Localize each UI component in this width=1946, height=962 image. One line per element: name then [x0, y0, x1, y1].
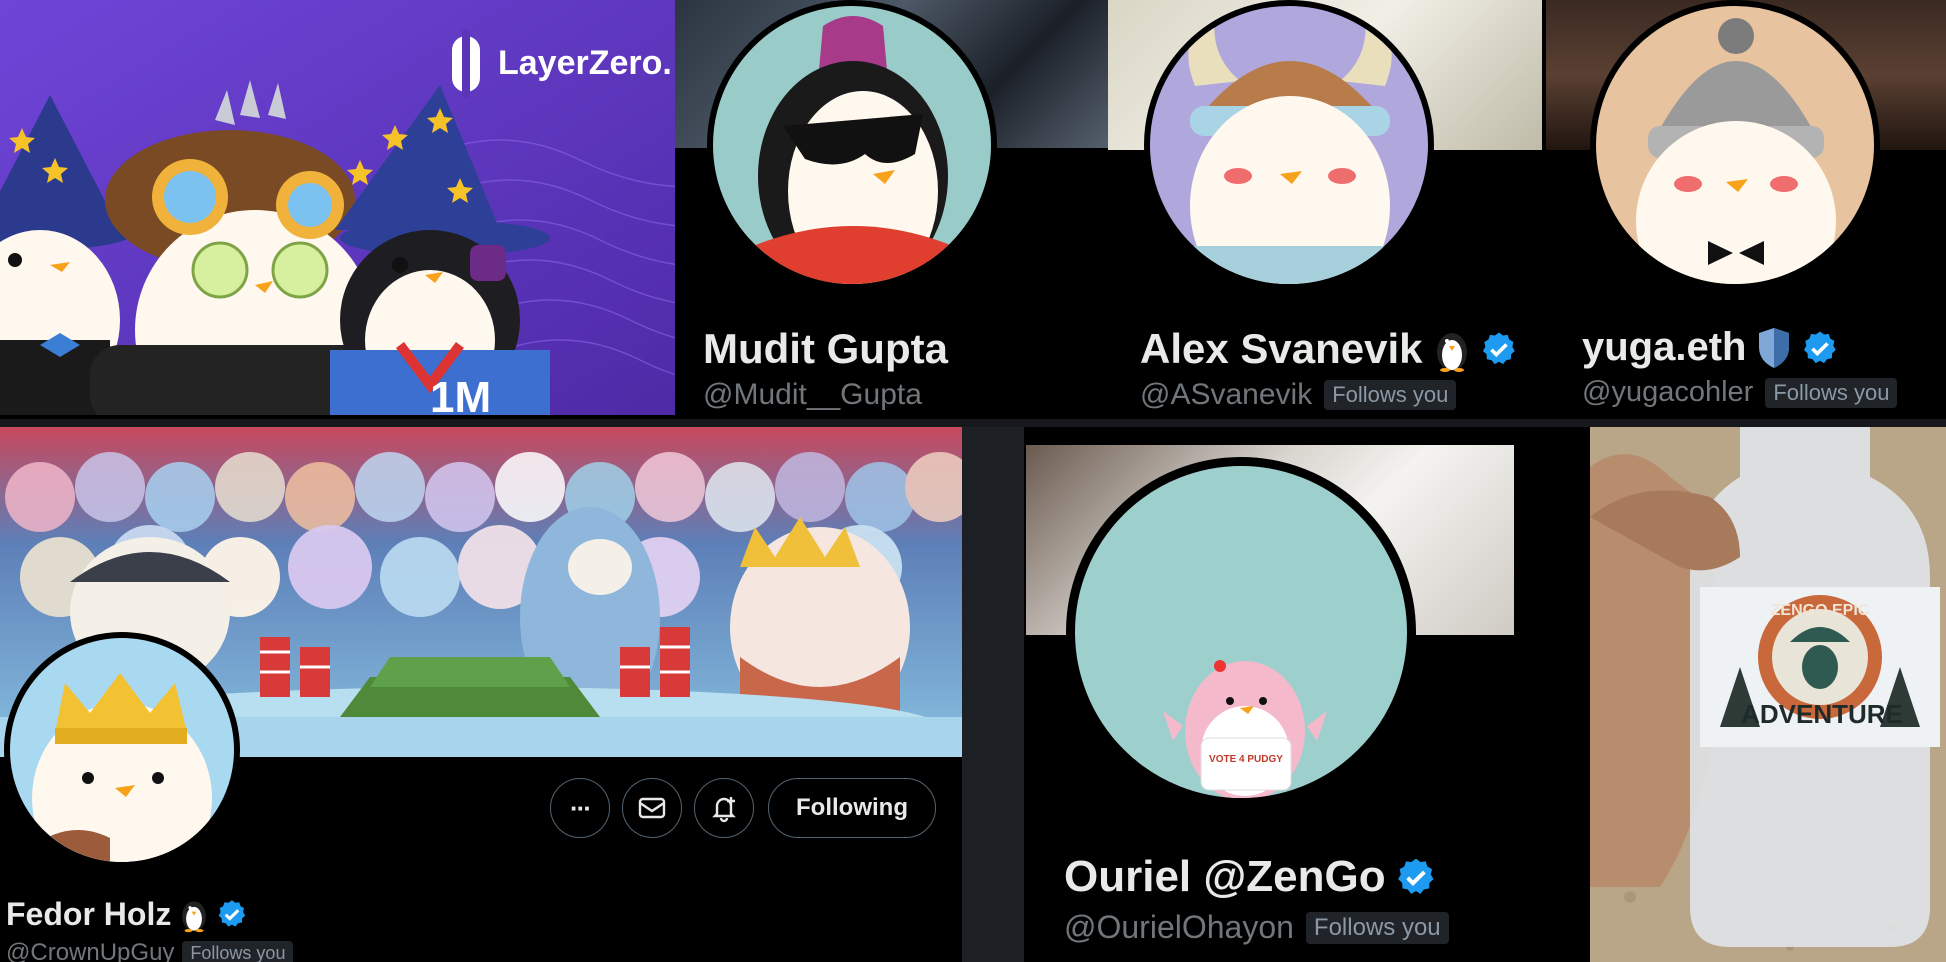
bottle-label-top: ZENGO EPIC: [1771, 602, 1870, 619]
verified-badge-icon[interactable]: [217, 899, 247, 929]
layerzero-banner: 1M LayerZero.: [0, 0, 675, 415]
avatar[interactable]: [1590, 0, 1880, 290]
penguin-icon: [182, 901, 207, 933]
display-name: Alex Svanevik: [1140, 325, 1517, 373]
display-name: yuga.eth: [1582, 325, 1838, 370]
envelope-icon: [638, 797, 666, 819]
water-bottle-photo: ZENGO EPIC ADVENTURE: [1590, 427, 1946, 962]
notifications-button[interactable]: [694, 778, 754, 838]
avatar[interactable]: [4, 632, 240, 868]
crown-penguin-avatar-art: [30, 673, 212, 862]
bottle-label-bottom: ADVENTURE: [1741, 699, 1903, 729]
avatar[interactable]: [707, 0, 997, 290]
row-divider: [0, 419, 1946, 427]
profile-card-yuga: yuga.eth @yugacohler Follows you: [1546, 0, 1946, 425]
more-button[interactable]: ···: [550, 778, 610, 838]
viking-penguin-avatar-art: [1188, 16, 1392, 284]
pink-penguin-avatar-art: VOTE 4 PUDGY: [1163, 660, 1327, 798]
following-button[interactable]: Following: [768, 778, 936, 838]
follows-you-badge: Follows you: [1324, 380, 1457, 410]
column-divider: [962, 427, 1024, 962]
verified-badge-icon[interactable]: [1481, 331, 1517, 367]
shield-icon: [1759, 327, 1790, 368]
avatar[interactable]: [1144, 0, 1434, 290]
handle: @yugacohler Follows you: [1582, 376, 1898, 409]
handle: @CrownUpGuy Follows you: [6, 939, 294, 962]
profile-card-mudit: Mudit Gupta @Mudit__Gupta: [675, 0, 1108, 425]
beanie-penguin-avatar-art: [1636, 18, 1836, 284]
display-name: Fedor Holz: [6, 895, 247, 933]
handle: @ASvanevik Follows you: [1140, 378, 1457, 412]
layerzero-logo-text: LayerZero.: [498, 44, 672, 82]
layerzero-logo-icon: [452, 30, 480, 98]
penguin-avatar-art: [753, 16, 953, 284]
profile-card-ouriel: VOTE 4 PUDGY Ouriel @ZenGo @OurielOhayon…: [1024, 427, 1590, 962]
handle: @Mudit__Gupta: [703, 378, 922, 411]
profile-card-alex: Alex Svanevik @ASvanevik Follows you: [1108, 0, 1542, 425]
follows-you-badge: Follows you: [1305, 911, 1449, 944]
follows-you-badge: Follows you: [182, 940, 294, 962]
more-icon: ···: [570, 792, 592, 823]
shirt-text: 1M: [430, 373, 491, 415]
follows-you-badge: Follows you: [1765, 377, 1898, 408]
avatar[interactable]: VOTE 4 PUDGY: [1066, 457, 1416, 807]
profile-card-fedor: ··· Following Fedor Holz @CrownUpGuy Fol…: [0, 427, 962, 962]
bell-plus-icon: [712, 797, 736, 823]
verified-badge-icon[interactable]: [1802, 330, 1838, 366]
display-name: Ouriel @ZenGo: [1064, 852, 1436, 902]
display-name: Mudit Gupta: [703, 325, 948, 372]
handle: @OurielOhayon Follows you: [1064, 909, 1449, 946]
message-button[interactable]: [622, 778, 682, 838]
water-bottle-art: ZENGO EPIC ADVENTURE: [1590, 427, 1946, 962]
penguin-icon: [1436, 333, 1467, 372]
vote-shirt-text: VOTE 4 PUDGY: [1209, 754, 1283, 765]
verified-badge-icon[interactable]: [1396, 857, 1436, 897]
